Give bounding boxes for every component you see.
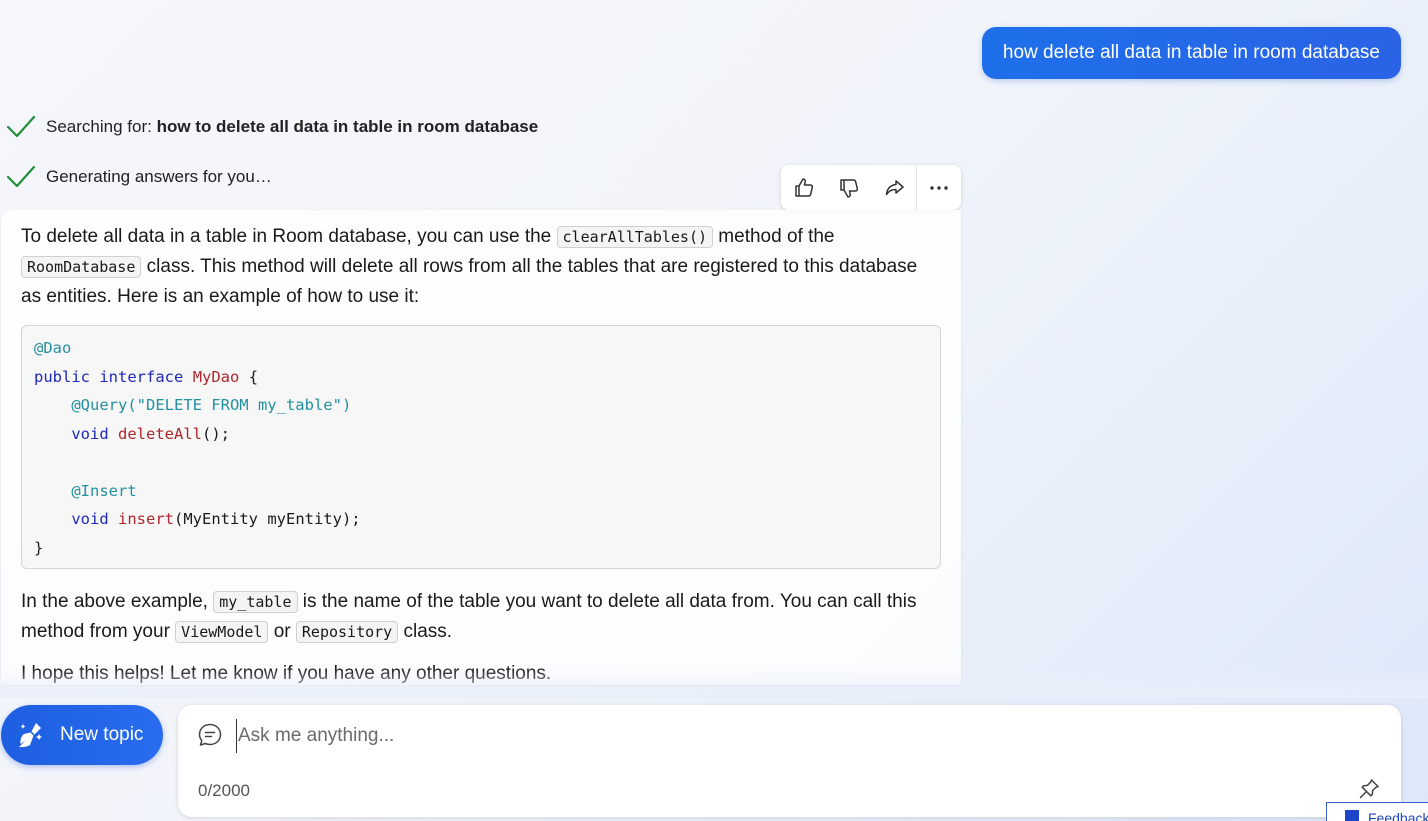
status-generating: Generating answers for you… [6,164,272,190]
code-string: "DELETE FROM my_table" [136,396,342,414]
code-keyword: interface [99,367,184,386]
inline-code: my_table [213,591,298,613]
chat-bubble-icon [198,723,222,746]
answer-text: or [268,621,296,642]
inline-code: clearAllTables() [556,226,714,248]
code-identifier: insert [118,510,174,528]
code-annotation: ) [341,396,352,414]
code-line: public interface MyDao { [34,363,928,392]
thumbs-up-icon [794,177,813,197]
code-text: } [34,538,44,557]
inline-code: Repository [295,621,399,643]
searching-query: how to delete all data in table in room … [156,117,539,136]
user-message-text: how delete all data in table in room dat… [1002,42,1380,63]
code-line: void insert(MyEntity myEntity); [34,505,928,534]
answer-text: method of the [713,226,835,247]
answer-card: To delete all data in a table in Room da… [1,210,961,685]
code-keyword: public [34,367,90,386]
code-block: @Dao public interface MyDao { @Query("DE… [21,325,941,569]
inline-code: RoomDatabase [21,256,142,278]
searching-prefix: Searching for: [46,117,157,136]
inline-code: ViewModel [175,621,269,643]
code-keyword: void [71,424,109,443]
check-icon [6,115,36,138]
pin-icon[interactable] [1357,777,1381,801]
status-searching: Searching for: how to delete all data in… [6,114,538,140]
code-text: { [239,367,259,386]
answer-text: In the above example, [21,591,214,612]
chat-input[interactable] [236,719,1340,753]
answer-text: class. [398,621,453,642]
answer-paragraph-3: I hope this helps! Let me know if you ha… [21,663,552,684]
code-annotation: @Query( [71,396,137,414]
code-line: } [34,534,928,563]
code-annotation: @Dao [34,339,72,357]
user-message-bubble: how delete all data in table in room dat… [981,27,1401,79]
more-options-button[interactable] [916,165,961,210]
answer-text: To delete all data in a table in Room da… [21,226,557,247]
feedback-label: Feedback [1368,810,1428,821]
char-count: 0/2000 [198,781,250,800]
code-line: void deleteAll(); [34,420,928,449]
code-identifier: deleteAll [118,424,202,443]
share-icon [885,179,904,195]
response-actions-bar [781,165,961,210]
code-text: (MyEntity myEntity); [174,510,361,528]
answer-text: class. This method will delete all rows … [21,256,918,307]
answer-paragraph-2: In the above example, my_table is the na… [21,587,941,647]
code-line: @Insert [34,477,928,506]
answer-paragraph-1: To delete all data in a table in Room da… [21,222,941,311]
like-button[interactable] [781,165,826,210]
broom-icon [19,723,42,748]
more-icon [930,185,948,190]
feedback-tab[interactable]: Feedback [1326,802,1428,821]
code-annotation: @Insert [71,481,137,500]
check-icon [6,165,36,188]
new-topic-button[interactable]: New topic [1,705,163,765]
generating-text: Generating answers for you… [46,167,272,186]
code-text: (); [202,424,230,443]
code-line: @Query("DELETE FROM my_table") [34,391,928,420]
code-keyword: void [71,510,109,528]
chat-composer: 0/2000 [178,705,1401,817]
dislike-button[interactable] [826,165,871,210]
thumbs-down-icon [839,178,858,198]
new-topic-label: New topic [60,724,144,745]
code-identifier: MyDao [192,367,240,386]
share-button[interactable] [871,165,916,210]
feedback-icon [1345,810,1359,821]
code-line: @Dao [34,334,928,363]
